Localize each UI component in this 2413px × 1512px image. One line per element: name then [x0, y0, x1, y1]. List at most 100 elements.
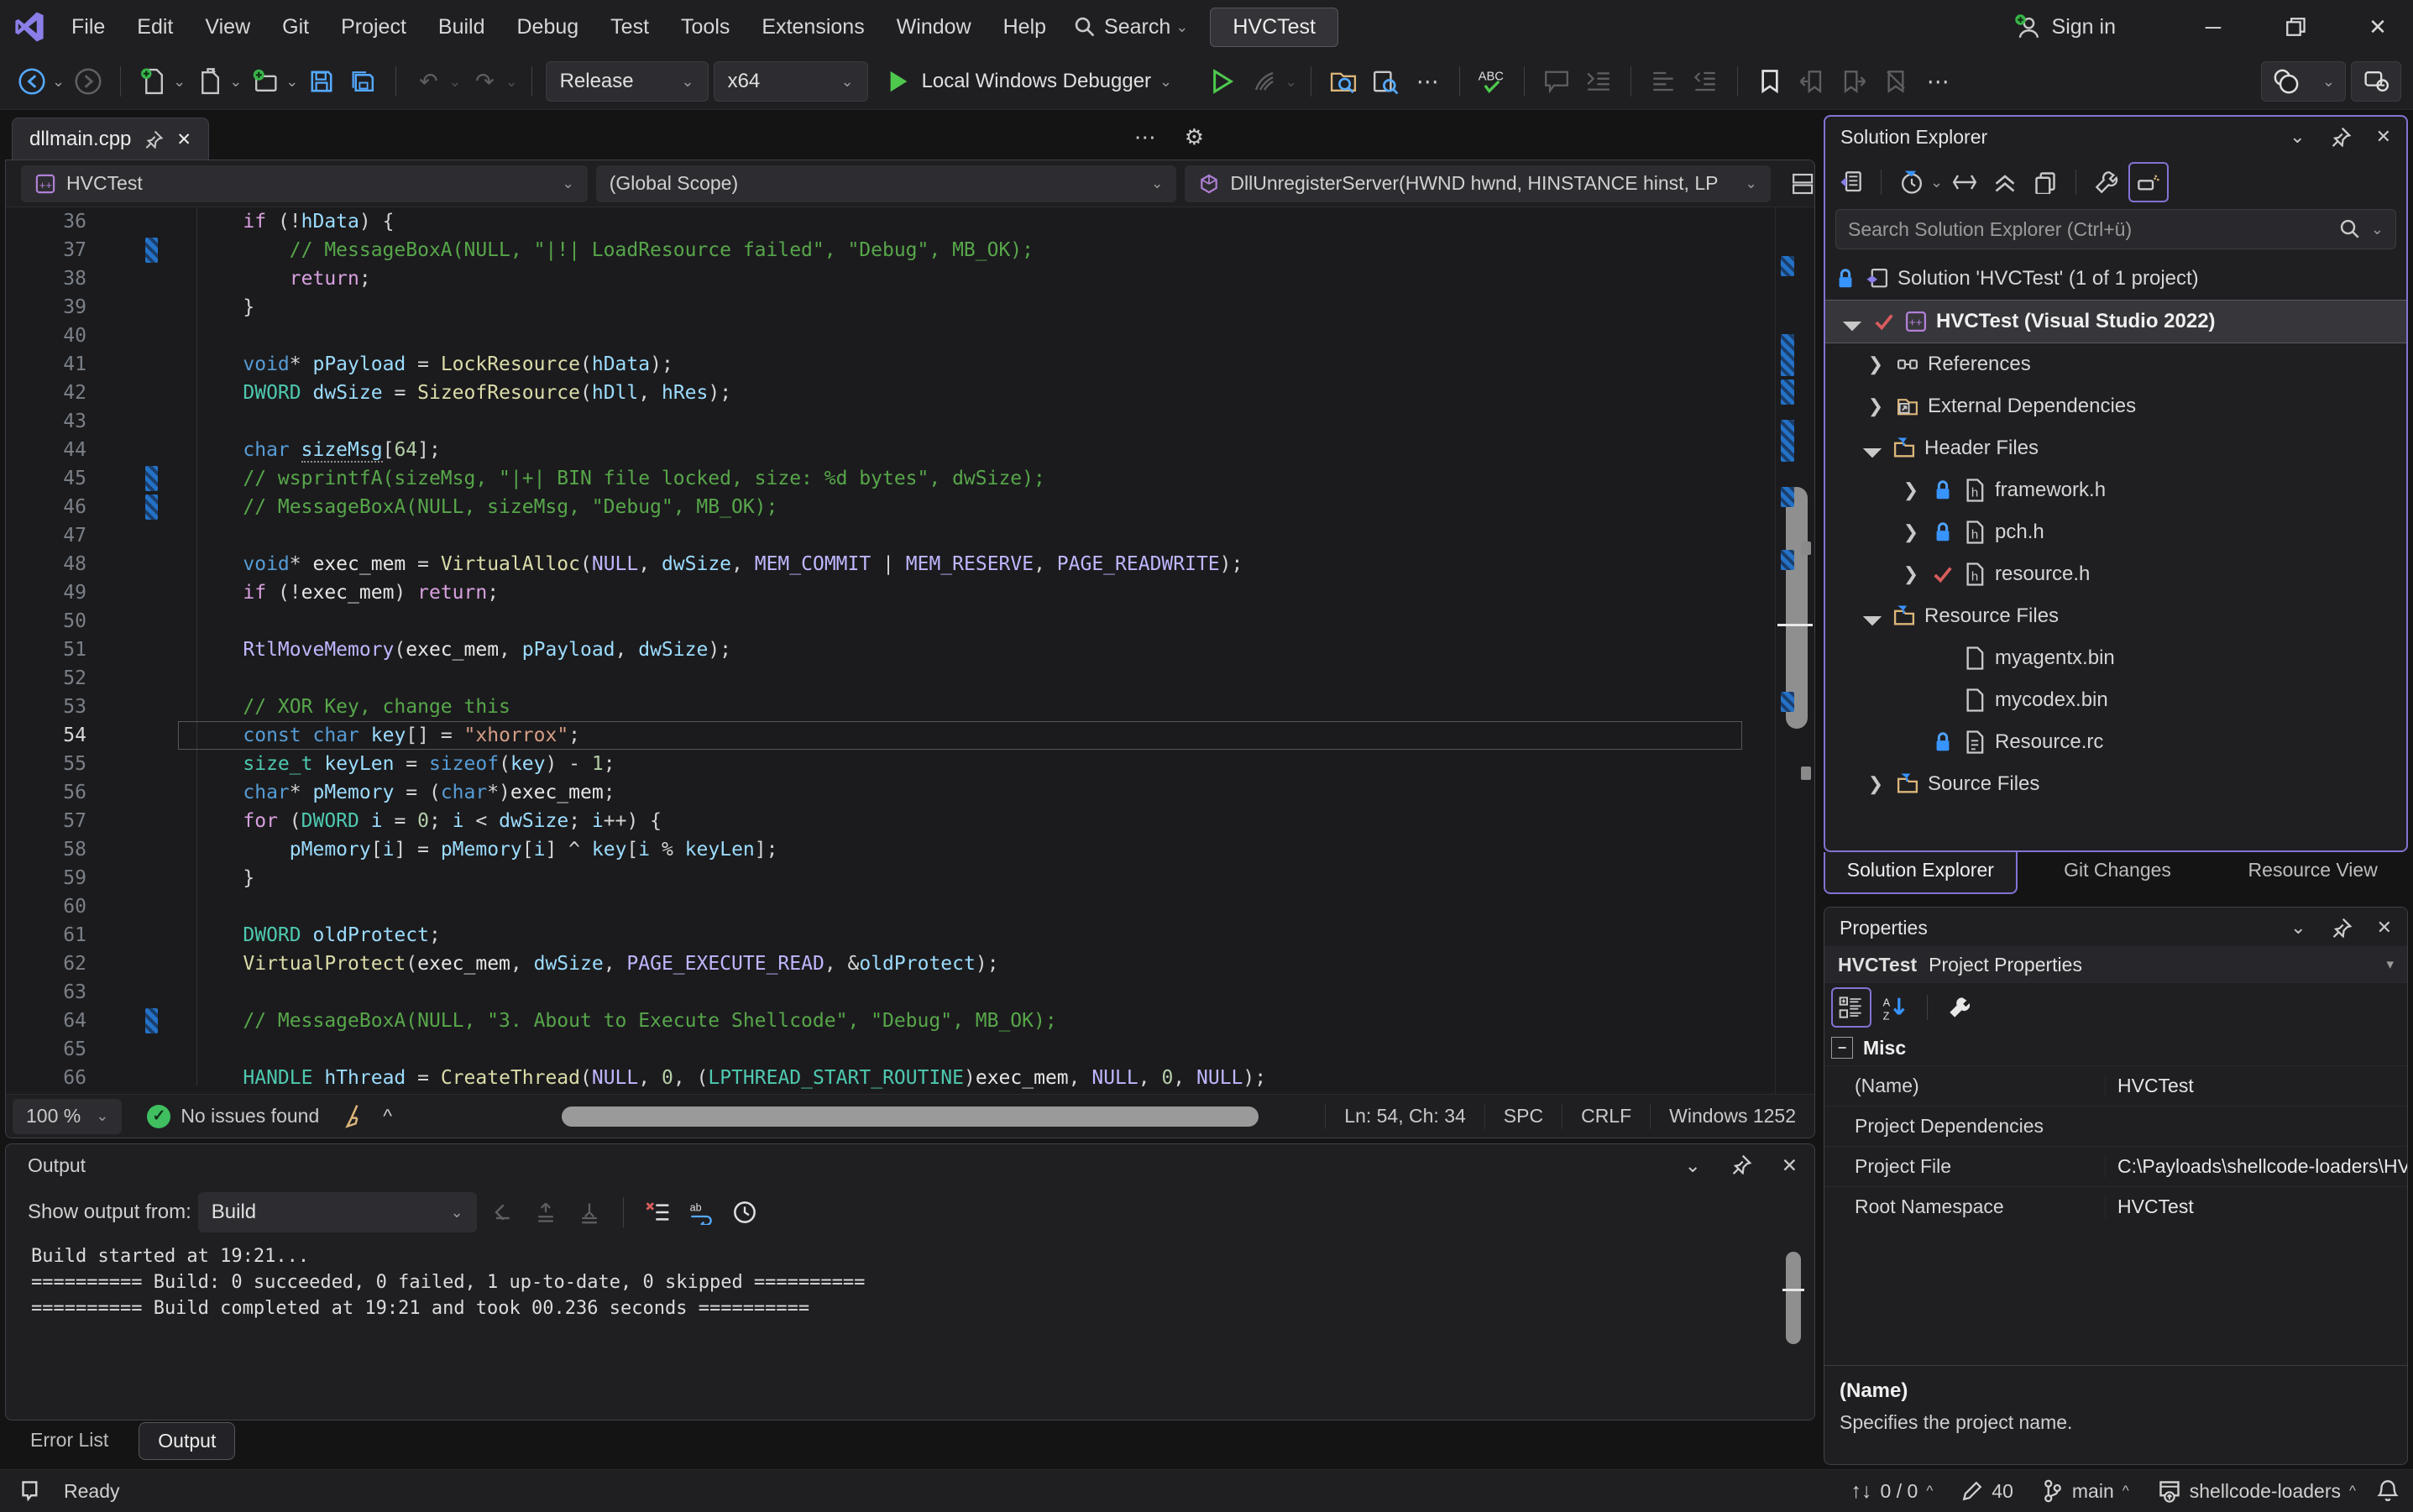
- tri-icon[interactable]: [1861, 437, 1884, 460]
- code-line-47[interactable]: 47: [6, 521, 1781, 550]
- pin-icon[interactable]: [144, 130, 163, 149]
- menu-window[interactable]: Window: [881, 15, 987, 39]
- chevron-down-icon[interactable]: ⌄: [229, 73, 242, 91]
- code-line-61[interactable]: 61 DWORD oldProtect;: [6, 921, 1781, 950]
- code-line-60[interactable]: 60: [6, 892, 1781, 921]
- code-line-37[interactable]: 37 // MessageBoxA(NULL, "|!| LoadResourc…: [6, 236, 1781, 264]
- chevron-down-icon[interactable]: ⌄: [1684, 1154, 1700, 1177]
- alphabetical-sort-icon[interactable]: AZ: [1876, 989, 1913, 1026]
- notification-flag-icon[interactable]: [20, 1479, 44, 1503]
- chev-icon[interactable]: ❯: [1899, 521, 1923, 544]
- zoom-dropdown[interactable]: 100 % ⌄: [13, 1099, 122, 1134]
- code-line-50[interactable]: 50: [6, 607, 1781, 636]
- pending-changes-filter-icon[interactable]: [1893, 164, 1930, 201]
- tree-item-references[interactable]: ❯References: [1825, 343, 2406, 385]
- start-without-debugging-button[interactable]: [1204, 63, 1241, 100]
- tree-item-resource-rc[interactable]: Resource.rc: [1825, 721, 2406, 763]
- clear-bookmarks-button[interactable]: [1877, 63, 1914, 100]
- categorized-view-icon[interactable]: [1831, 987, 1871, 1028]
- pin-icon[interactable]: [2332, 918, 2352, 938]
- bell-icon[interactable]: [2376, 1478, 2400, 1504]
- spell-check-button[interactable]: ABC: [1473, 63, 1510, 100]
- scrollbar-thumb[interactable]: [562, 1107, 1259, 1127]
- close-icon[interactable]: ✕: [2376, 126, 2391, 148]
- chev-icon[interactable]: ❯: [1864, 395, 1887, 418]
- toggle-bookmark-button[interactable]: [1751, 63, 1788, 100]
- property-row-root-namespace[interactable]: Root NamespaceHVCTest: [1824, 1186, 2407, 1227]
- panel-tab-resource-view[interactable]: Resource View: [2217, 852, 2408, 894]
- tree-item-resource-files[interactable]: Resource Files: [1825, 595, 2406, 637]
- code-line-48[interactable]: 48 void* exec_mem = VirtualAlloc(NULL, d…: [6, 550, 1781, 578]
- breadcrumb-scope-dropdown[interactable]: (Global Scope) ⌄: [596, 165, 1177, 202]
- configuration-dropdown[interactable]: Release⌄: [546, 61, 709, 102]
- editor-horizontal-scrollbar[interactable]: [543, 1107, 1777, 1127]
- properties-wrench-icon[interactable]: [2088, 164, 2125, 201]
- previous-bookmark-button[interactable]: [1793, 63, 1830, 100]
- code-text-area[interactable]: 36 if (!hData) {37 // MessageBoxA(NULL, …: [6, 207, 1781, 1094]
- pending-edits-status[interactable]: 40: [1953, 1480, 2022, 1503]
- tree-item-myagentx-bin[interactable]: myagentx.bin: [1825, 637, 2406, 679]
- chevron-down-icon[interactable]: ⌄: [505, 73, 517, 91]
- toggle-comment-button[interactable]: [1538, 63, 1575, 100]
- menu-view[interactable]: View: [189, 15, 266, 39]
- code-line-49[interactable]: 49 if (!exec_mem) return;: [6, 578, 1781, 607]
- code-line-59[interactable]: 59 }: [6, 864, 1781, 892]
- git-sync-status[interactable]: ↑↓ 0 / 0 ^: [1843, 1479, 1942, 1504]
- save-all-button[interactable]: [345, 63, 382, 100]
- tree-item-mycodex-bin[interactable]: mycodex.bin: [1825, 679, 2406, 721]
- start-debugging-button[interactable]: Local Windows Debugger ⌄: [887, 69, 1173, 94]
- output-scrollbar[interactable]: [1786, 1245, 1808, 1405]
- close-icon[interactable]: ✕: [1782, 1154, 1798, 1177]
- code-line-58[interactable]: 58 pMemory[i] = pMemory[i] ^ key[i % key…: [6, 835, 1781, 864]
- code-line-39[interactable]: 39 }: [6, 293, 1781, 322]
- sync-with-active-document-icon[interactable]: [1946, 164, 1983, 201]
- collapse-box-icon[interactable]: −: [1831, 1037, 1853, 1059]
- editor-vertical-scrollbar[interactable]: [1775, 207, 1814, 1094]
- editor-settings-gear-icon[interactable]: ⚙: [1185, 124, 1204, 150]
- git-branch-selector[interactable]: main ^: [2034, 1479, 2138, 1503]
- code-line-53[interactable]: 53 // XOR Key, change this: [6, 693, 1781, 721]
- breadcrumb-member-dropdown[interactable]: DllUnregisterServer(HWND hwnd, HINSTANCE…: [1185, 165, 1770, 202]
- tree-item-solution-hvctest-1-of-1-project[interactable]: Solution 'HVCTest' (1 of 1 project): [1825, 258, 2406, 300]
- save-button[interactable]: [303, 63, 340, 100]
- tree-item-hvctest-visual-studio-2022[interactable]: ++HVCTest (Visual Studio 2022): [1825, 300, 2406, 343]
- code-line-63[interactable]: 63: [6, 978, 1781, 1007]
- minimize-button[interactable]: ─: [2178, 0, 2248, 54]
- tree-item-resource-h[interactable]: ❯hresource.h: [1825, 553, 2406, 595]
- chevron-down-icon[interactable]: ⌄: [2290, 917, 2306, 939]
- chev-icon[interactable]: ❯: [1864, 772, 1887, 796]
- clear-all-icon[interactable]: [639, 1194, 676, 1231]
- menu-debug[interactable]: Debug: [501, 15, 595, 39]
- chevron-down-icon[interactable]: ⌄: [1930, 174, 1943, 191]
- solution-explorer-search-input[interactable]: Search Solution Explorer (Ctrl+ü) ⌄: [1835, 209, 2396, 249]
- tab-overflow-icon[interactable]: ⋯: [1134, 124, 1156, 150]
- code-line-52[interactable]: 52: [6, 664, 1781, 693]
- redo-button[interactable]: ↷: [466, 63, 503, 100]
- timestamps-clock-icon[interactable]: [726, 1194, 763, 1231]
- code-line-65[interactable]: 65: [6, 1035, 1781, 1064]
- live-share-button[interactable]: ⌄: [2261, 61, 2346, 102]
- property-category-row[interactable]: − Misc: [1824, 1030, 2407, 1065]
- word-wrap-icon[interactable]: ab: [683, 1194, 720, 1231]
- property-row-name[interactable]: (Name)HVCTest: [1824, 1065, 2407, 1106]
- property-value[interactable]: HVCTest: [2105, 1195, 2407, 1218]
- search-control[interactable]: Search ⌄: [1074, 15, 1188, 39]
- menu-build[interactable]: Build: [422, 15, 501, 39]
- code-line-44[interactable]: 44 char sizeMsg[64];: [6, 436, 1781, 464]
- property-pages-wrench-icon[interactable]: [1941, 989, 1978, 1026]
- find-in-files-button[interactable]: [1325, 63, 1362, 100]
- project-quick-button[interactable]: HVCTest: [1210, 8, 1338, 47]
- find-in-objects-button[interactable]: [1367, 63, 1404, 100]
- code-line-66[interactable]: 66 HANDLE hThread = CreateThread(NULL, 0…: [6, 1064, 1781, 1092]
- tree-item-source-files[interactable]: ❯Source Files: [1825, 763, 2406, 805]
- scrollbar-thumb[interactable]: [1786, 1252, 1801, 1344]
- indent-button[interactable]: [1580, 63, 1617, 100]
- next-bookmark-button[interactable]: [1835, 63, 1872, 100]
- property-value[interactable]: HVCTest: [2105, 1075, 2407, 1097]
- property-row-project-dependencies[interactable]: Project Dependencies: [1824, 1106, 2407, 1146]
- undo-button[interactable]: ↶: [410, 63, 447, 100]
- code-cleanup-broom-icon[interactable]: [343, 1104, 366, 1129]
- bottom-tab-error-list[interactable]: Error List: [12, 1422, 127, 1458]
- panel-tab-git-changes[interactable]: Git Changes: [2023, 852, 2213, 894]
- bookmarks-overflow-button[interactable]: ⋯: [1919, 63, 1956, 100]
